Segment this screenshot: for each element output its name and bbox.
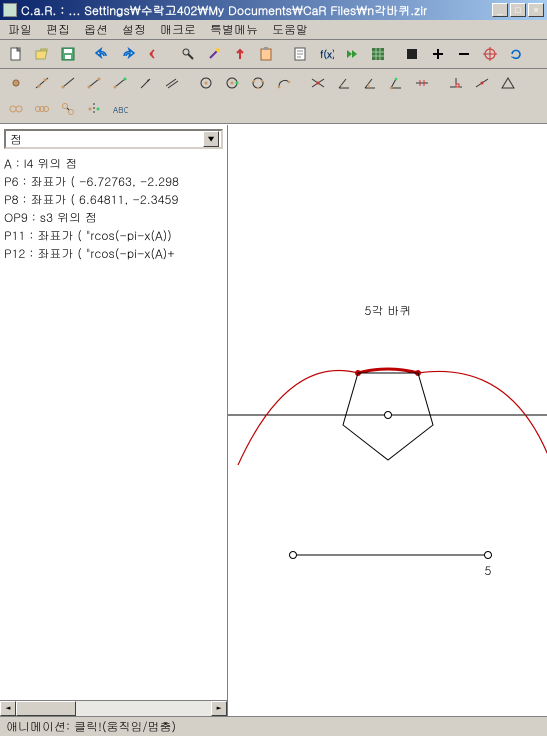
arrow-up-icon[interactable]	[229, 43, 251, 65]
scroll-left-icon[interactable]: ◄	[0, 701, 16, 716]
new-icon[interactable]	[5, 43, 27, 65]
open-icon[interactable]	[31, 43, 53, 65]
segment-endpoint	[485, 552, 492, 559]
menu-help[interactable]: 도움말	[272, 21, 308, 38]
axis-label: 5	[485, 562, 492, 579]
list-hscroll[interactable]: ◄ ►	[0, 700, 227, 716]
perp-tool-icon[interactable]	[445, 72, 467, 94]
list-item[interactable]: OP9 : s3 위의 점	[2, 209, 225, 227]
arc-right	[418, 371, 547, 455]
maximize-button[interactable]: □	[510, 3, 526, 17]
arc-left	[238, 370, 358, 465]
app-icon	[3, 3, 17, 17]
menu-special[interactable]: 특별메뉴	[210, 21, 258, 38]
intersect-tool-icon[interactable]	[307, 72, 329, 94]
menu-macro[interactable]: 매크로	[160, 21, 196, 38]
save-icon[interactable]	[57, 43, 79, 65]
angle2-tool-icon[interactable]	[359, 72, 381, 94]
main-area: 점 ▼ A : l4 위의 점 P6 : 좌표가 ( -6.72763, -2.…	[0, 124, 547, 716]
pentagon-center	[385, 412, 392, 419]
mid-tool-icon[interactable]	[471, 72, 493, 94]
arc-top	[358, 369, 418, 373]
title-bar: C.a.R. : ... Settings\수락고402\My Document…	[0, 0, 547, 20]
status-bar: 애니메이션: 클릭!(움직임/멈춤)	[0, 716, 547, 736]
toolbar-row-2: ABC	[0, 69, 547, 124]
segment-tool-icon[interactable]	[83, 72, 105, 94]
combo-selected: 점	[8, 131, 203, 148]
scroll-right-icon[interactable]: ►	[211, 701, 227, 716]
prev-icon[interactable]	[143, 43, 165, 65]
vector-tool-icon[interactable]	[135, 72, 157, 94]
window-title: C.a.R. : ... Settings\수락고402\My Document…	[21, 2, 488, 19]
chain2-tool-icon[interactable]	[57, 98, 79, 120]
combo-drop-icon[interactable]: ▼	[203, 131, 219, 147]
redo-icon[interactable]	[117, 43, 139, 65]
menu-options[interactable]: 옵션	[84, 21, 108, 38]
note-icon[interactable]	[289, 43, 311, 65]
minimize-button[interactable]: _	[492, 3, 508, 17]
angle3-tool-icon[interactable]	[385, 72, 407, 94]
list-item[interactable]: P12 : 좌표가 ( "rcos(-pi-x(A)+	[2, 245, 225, 263]
mark-tool-icon[interactable]	[411, 72, 433, 94]
circle2-tool-icon[interactable]	[221, 72, 243, 94]
menu-settings[interactable]: 설정	[122, 21, 146, 38]
status-text: 애니메이션: 클릭!(움직임/멈춤)	[6, 718, 176, 735]
grid-icon[interactable]	[367, 43, 389, 65]
target-icon[interactable]	[479, 43, 501, 65]
object-type-combo[interactable]: 점 ▼	[4, 129, 223, 149]
object-list[interactable]: A : l4 위의 점 P6 : 좌표가 ( -6.72763, -2.298 …	[0, 153, 227, 700]
list-item[interactable]: P11 : 좌표가 ( "rcos(-pi-x(A))	[2, 227, 225, 245]
abc-tool-icon[interactable]: ABC	[109, 98, 131, 120]
tri-tool-icon[interactable]	[497, 72, 519, 94]
scroll-thumb[interactable]	[16, 701, 76, 716]
list-item[interactable]: A : l4 위의 점	[2, 155, 225, 173]
tools-icon[interactable]	[177, 43, 199, 65]
refresh-icon[interactable]	[505, 43, 527, 65]
ray-tool-icon[interactable]	[57, 72, 79, 94]
list-item[interactable]: P8 : 좌표가 ( 6.64811, -2.3459	[2, 191, 225, 209]
play-fwd-icon[interactable]	[341, 43, 363, 65]
sym-tool-icon[interactable]	[83, 98, 105, 120]
fx-icon[interactable]: f(x)	[315, 43, 337, 65]
arc-tool-icon[interactable]	[273, 72, 295, 94]
segment-endpoint	[290, 552, 297, 559]
point-tool-icon[interactable]	[5, 72, 27, 94]
geometry-canvas[interactable]: 5각 바퀴 5	[228, 125, 547, 716]
stop-icon[interactable]	[401, 43, 423, 65]
line-tool-icon[interactable]	[31, 72, 53, 94]
seg2-tool-icon[interactable]	[109, 72, 131, 94]
toolbar-row-1: f(x)	[0, 40, 547, 69]
circle3-tool-icon[interactable]	[247, 72, 269, 94]
menu-edit[interactable]: 편집	[46, 21, 70, 38]
list-item[interactable]: P6 : 좌표가 ( -6.72763, -2.298	[2, 173, 225, 191]
menu-file[interactable]: 파일	[8, 21, 32, 38]
object-panel: 점 ▼ A : l4 위의 점 P6 : 좌표가 ( -6.72763, -2.…	[0, 125, 228, 716]
menu-bar: 파일 편집 옵션 설정 매크로 특별메뉴 도움말	[0, 20, 547, 40]
minus-icon[interactable]	[453, 43, 475, 65]
parallel-tool-icon[interactable]	[161, 72, 183, 94]
circle-tool-icon[interactable]	[195, 72, 217, 94]
svg-text:f(x): f(x)	[320, 47, 334, 61]
chain-tool-icon[interactable]	[31, 98, 53, 120]
close-button[interactable]: ×	[528, 3, 544, 17]
angle-tool-icon[interactable]	[333, 72, 355, 94]
undo-icon[interactable]	[91, 43, 113, 65]
canvas-title: 5각 바퀴	[365, 302, 412, 319]
plus-icon[interactable]	[427, 43, 449, 65]
svg-text:ABC: ABC	[113, 105, 128, 116]
link-tool-icon[interactable]	[5, 98, 27, 120]
wand-icon[interactable]	[203, 43, 225, 65]
paste-icon[interactable]	[255, 43, 277, 65]
